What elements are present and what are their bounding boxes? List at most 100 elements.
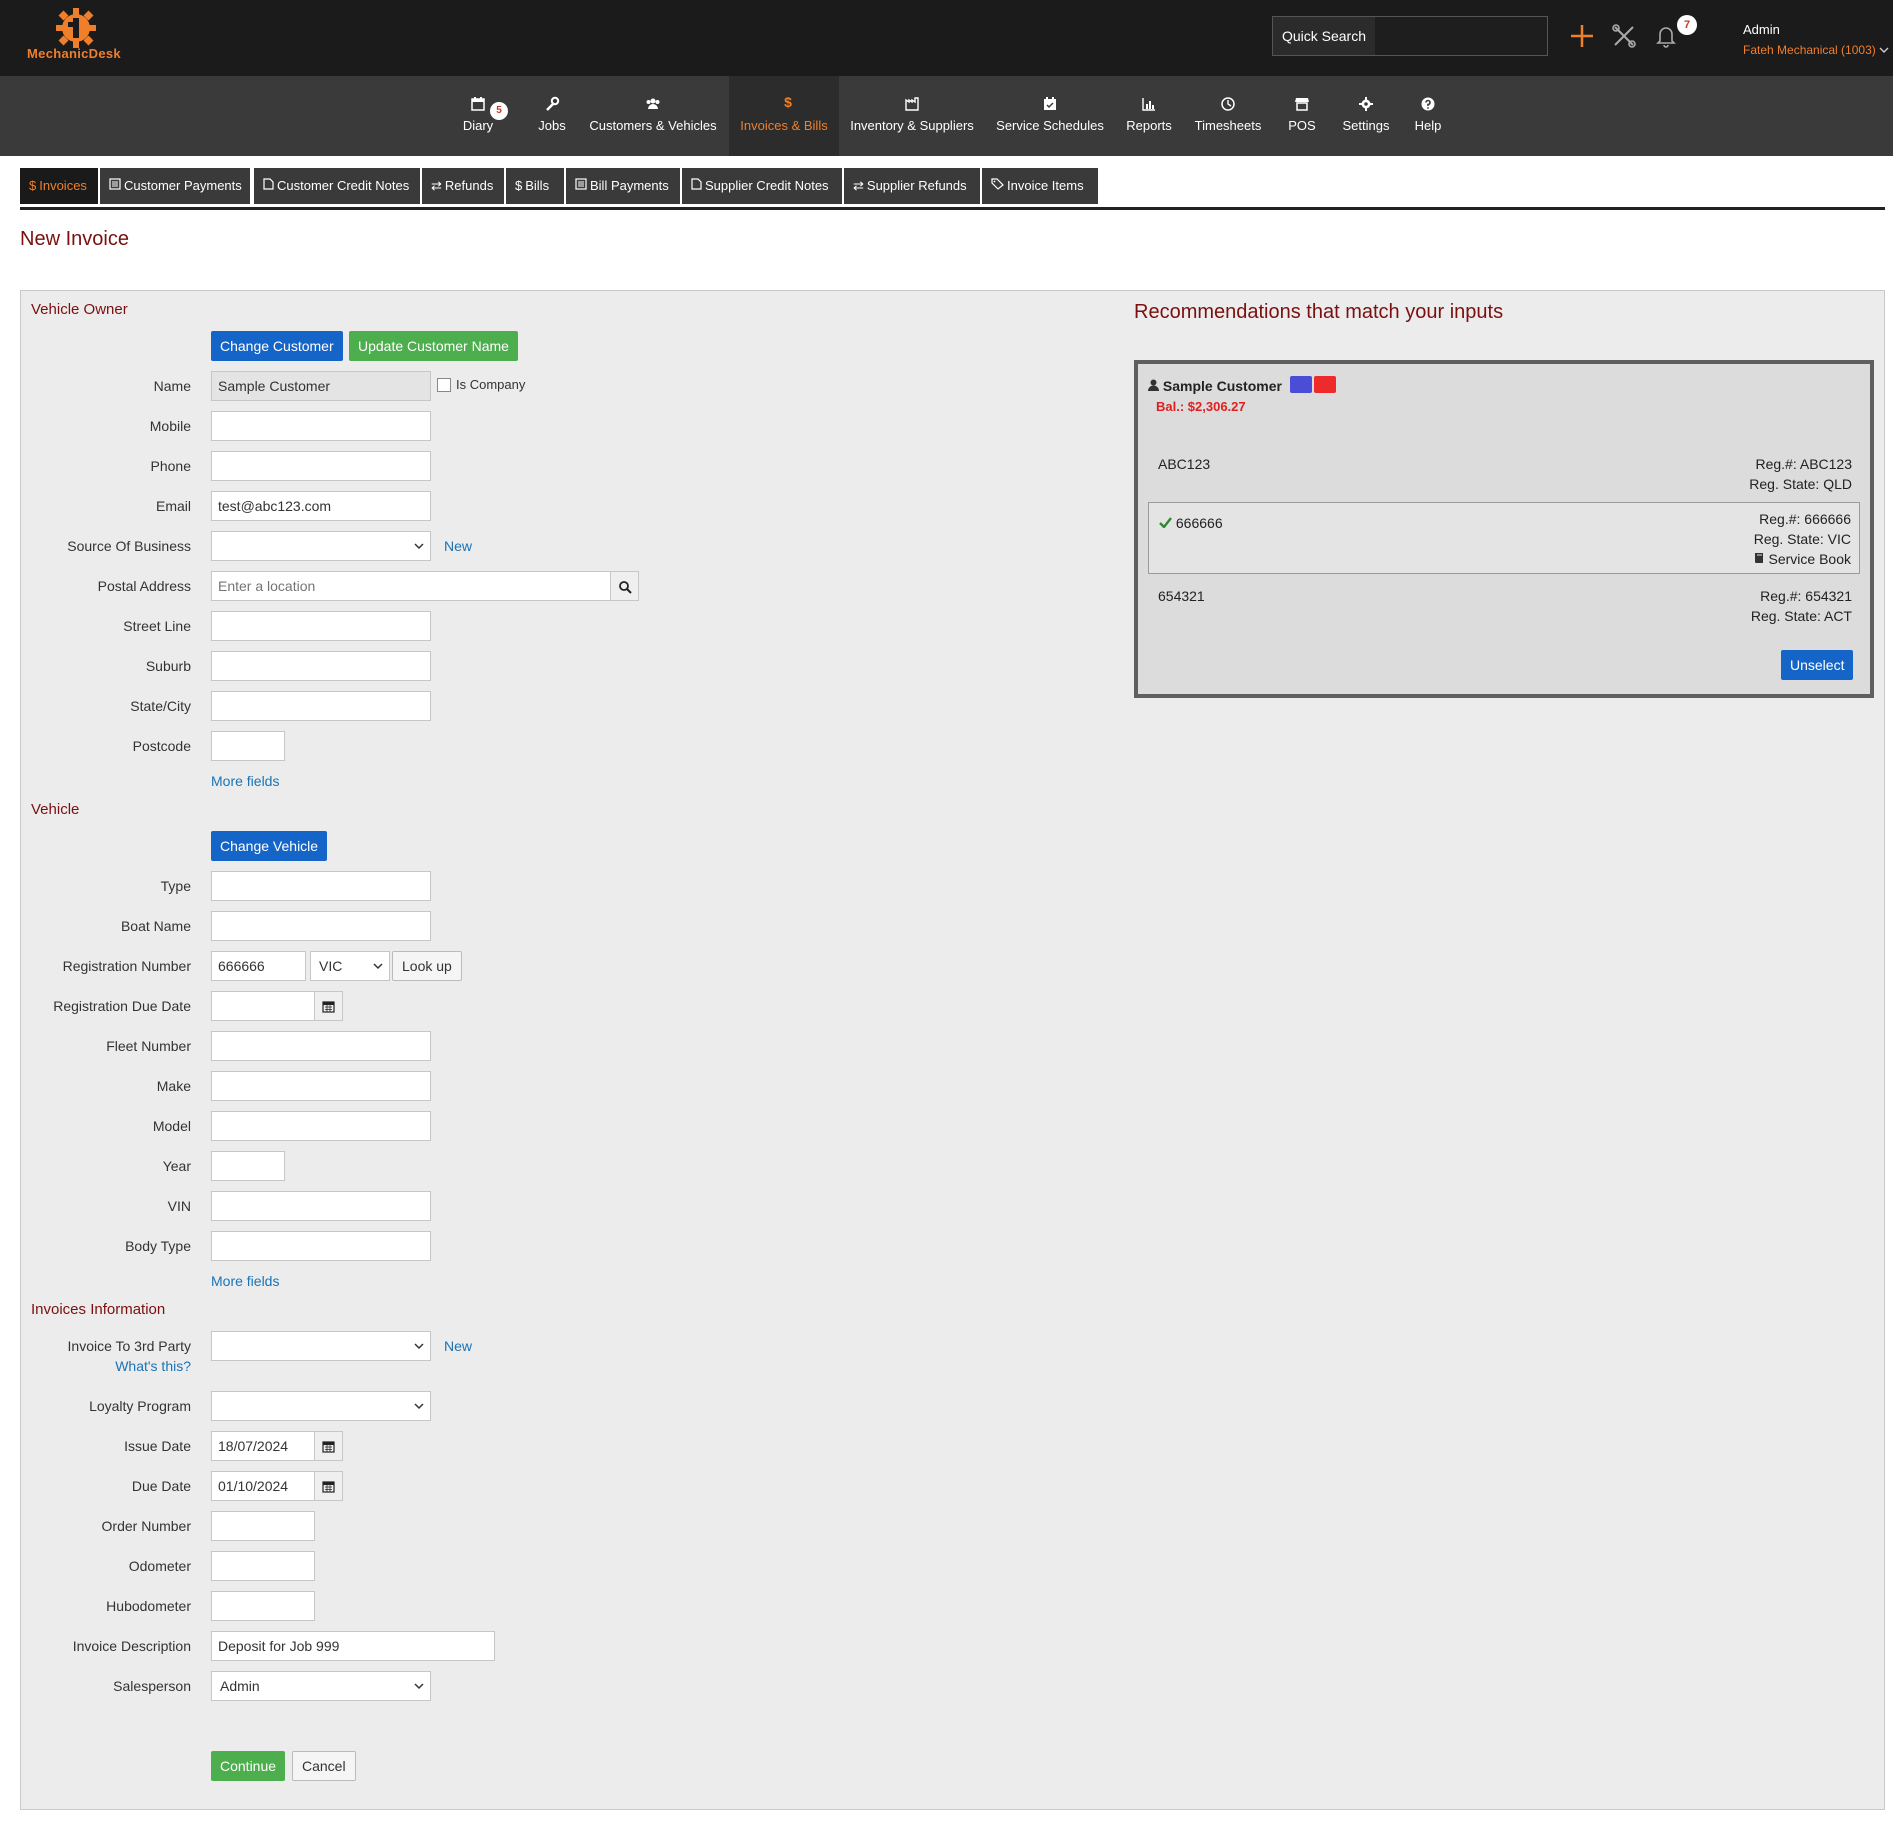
tab-refunds[interactable]: ⇄ Refunds — [422, 168, 504, 204]
email-field[interactable] — [211, 491, 431, 521]
salesperson-select[interactable]: Admin — [211, 1671, 431, 1701]
tab-bill-payments-label: Bill Payments — [590, 178, 669, 193]
vehicle-option-selected[interactable]: 666666 Reg.#: 666666 Reg. State: VIC Ser… — [1148, 502, 1860, 574]
service-book-link[interactable]: Service Book — [1754, 549, 1851, 569]
plus-icon[interactable] — [1568, 22, 1596, 50]
nav-diary[interactable]: 5 Diary — [453, 76, 508, 156]
quick-search-input[interactable] — [1375, 17, 1547, 55]
tab-customer-payments[interactable]: Customer Payments — [100, 168, 250, 204]
registration-state-select[interactable]: VIC — [310, 951, 390, 981]
mechanicdesk-logo[interactable]: MechanicDesk — [18, 8, 130, 66]
vehicle-option[interactable]: 654321 Reg.#: 654321 Reg. State: ACT — [1148, 576, 1860, 632]
cancel-button[interactable]: Cancel — [292, 1751, 356, 1781]
name-field[interactable] — [211, 371, 431, 401]
mobile-field[interactable] — [211, 411, 431, 441]
invoices-information-heading: Invoices Information — [31, 1301, 166, 1318]
vin-field[interactable] — [211, 1191, 431, 1221]
chevron-down-icon — [1879, 47, 1889, 53]
nav-help[interactable]: Help — [1408, 76, 1448, 156]
change-customer-button[interactable]: Change Customer — [211, 331, 343, 361]
vehicle-option-name: ABC123 — [1158, 456, 1211, 472]
nav-settings-label: Settings — [1342, 118, 1390, 133]
unselect-button[interactable]: Unselect — [1781, 650, 1854, 680]
order-number-field[interactable] — [211, 1511, 315, 1541]
due-date-field[interactable] — [211, 1471, 315, 1501]
odometer-field[interactable] — [211, 1551, 315, 1581]
boat-name-field[interactable] — [211, 911, 431, 941]
nav-jobs[interactable]: Jobs — [527, 76, 577, 156]
tab-customer-credit-notes[interactable]: Customer Credit Notes — [254, 168, 420, 204]
registration-due-date-field[interactable] — [211, 991, 315, 1021]
issue-date-field[interactable] — [211, 1431, 315, 1461]
nav-service-schedules[interactable]: Service Schedules — [994, 76, 1106, 156]
customer-color-tag-red — [1314, 376, 1336, 393]
top-bar: MechanicDesk Quick Search 7 Admin Fateh … — [0, 0, 1893, 76]
invoice-to-3rd-party-select[interactable] — [211, 1331, 431, 1361]
whats-this-link[interactable]: What's this? — [21, 1358, 191, 1374]
owner-more-fields-link[interactable]: More fields — [211, 773, 279, 789]
street-line-field[interactable] — [211, 611, 431, 641]
tab-bills[interactable]: $ Bills — [506, 168, 564, 204]
new-source-link[interactable]: New — [444, 538, 472, 554]
nav-invoices-bills[interactable]: $ Invoices & Bills — [729, 76, 839, 156]
nav-timesheets[interactable]: Timesheets — [1191, 76, 1265, 156]
vehicle-option-reg: Reg.#: ABC123 — [1755, 456, 1852, 472]
postal-address-input[interactable] — [211, 571, 611, 601]
type-label: Type — [160, 878, 191, 894]
vehicle-option[interactable]: ABC123 Reg.#: ABC123 Reg. State: QLD — [1148, 444, 1860, 500]
invoice-description-field[interactable] — [211, 1631, 495, 1661]
customer-color-tag-blue — [1290, 376, 1312, 393]
source-of-business-select[interactable] — [211, 531, 431, 561]
nav-pos[interactable]: POS — [1282, 76, 1322, 156]
nav-jobs-label: Jobs — [538, 118, 566, 133]
due-date-picker[interactable] — [315, 1471, 343, 1501]
nav-customers-vehicles[interactable]: Customers & Vehicles — [582, 76, 724, 156]
is-company-checkbox[interactable] — [437, 378, 451, 392]
tab-invoice-items[interactable]: Invoice Items — [982, 168, 1098, 204]
nav-inventory-suppliers[interactable]: Inventory & Suppliers — [845, 76, 979, 156]
fleet-number-field[interactable] — [211, 1031, 431, 1061]
tab-supplier-refunds[interactable]: ⇄ Supplier Refunds — [844, 168, 980, 204]
source-of-business-label: Source Of Business — [67, 538, 191, 554]
postal-search-button[interactable] — [611, 571, 639, 601]
users-icon — [646, 98, 660, 109]
invoice-to-3rd-party-label: Invoice To 3rd Party — [67, 1338, 191, 1354]
user-name: Admin — [1743, 22, 1780, 37]
registration-due-date-picker[interactable] — [315, 991, 343, 1021]
is-company-label: Is Company — [456, 377, 526, 392]
model-field[interactable] — [211, 1111, 431, 1141]
tools-icon[interactable] — [1610, 22, 1638, 50]
new-3rd-party-link[interactable]: New — [444, 1338, 472, 1354]
tab-customer-credit-notes-label: Customer Credit Notes — [277, 178, 410, 193]
change-vehicle-button[interactable]: Change Vehicle — [211, 831, 328, 861]
continue-button[interactable]: Continue — [211, 1751, 286, 1781]
registration-number-field[interactable] — [211, 951, 306, 981]
vehicle-more-fields-link[interactable]: More fields — [211, 1273, 279, 1289]
hubodometer-field[interactable] — [211, 1591, 315, 1621]
chevron-down-icon — [414, 1343, 424, 1350]
update-customer-name-button[interactable]: Update Customer Name — [349, 331, 518, 361]
postcode-field[interactable] — [211, 731, 285, 761]
bell-icon[interactable] — [1652, 22, 1680, 50]
issue-date-picker[interactable] — [315, 1431, 343, 1461]
phone-field[interactable] — [211, 451, 431, 481]
nav-reports[interactable]: Reports — [1122, 76, 1176, 156]
state-city-field[interactable] — [211, 691, 431, 721]
loyalty-program-select[interactable] — [211, 1391, 431, 1421]
nav-settings[interactable]: Settings — [1338, 76, 1394, 156]
nav-inventory-label: Inventory & Suppliers — [850, 118, 974, 133]
recommended-customer[interactable]: Sample Customer — [1148, 378, 1282, 394]
logo-text: MechanicDesk — [27, 46, 121, 61]
type-field[interactable] — [211, 871, 431, 901]
tab-supplier-credit-notes[interactable]: Supplier Credit Notes — [682, 168, 842, 204]
vehicle-option-reg: Reg.#: 654321 — [1760, 588, 1852, 604]
user-menu[interactable]: Admin Fateh Mechanical (1003) — [1743, 22, 1893, 57]
tab-bill-payments[interactable]: Bill Payments — [566, 168, 680, 204]
look-up-button[interactable]: Look up — [392, 951, 462, 981]
year-field[interactable] — [211, 1151, 285, 1181]
make-field[interactable] — [211, 1071, 431, 1101]
suburb-field[interactable] — [211, 651, 431, 681]
tab-invoices[interactable]: $ Invoices — [20, 168, 98, 204]
email-label: Email — [155, 498, 191, 514]
body-type-field[interactable] — [211, 1231, 431, 1261]
